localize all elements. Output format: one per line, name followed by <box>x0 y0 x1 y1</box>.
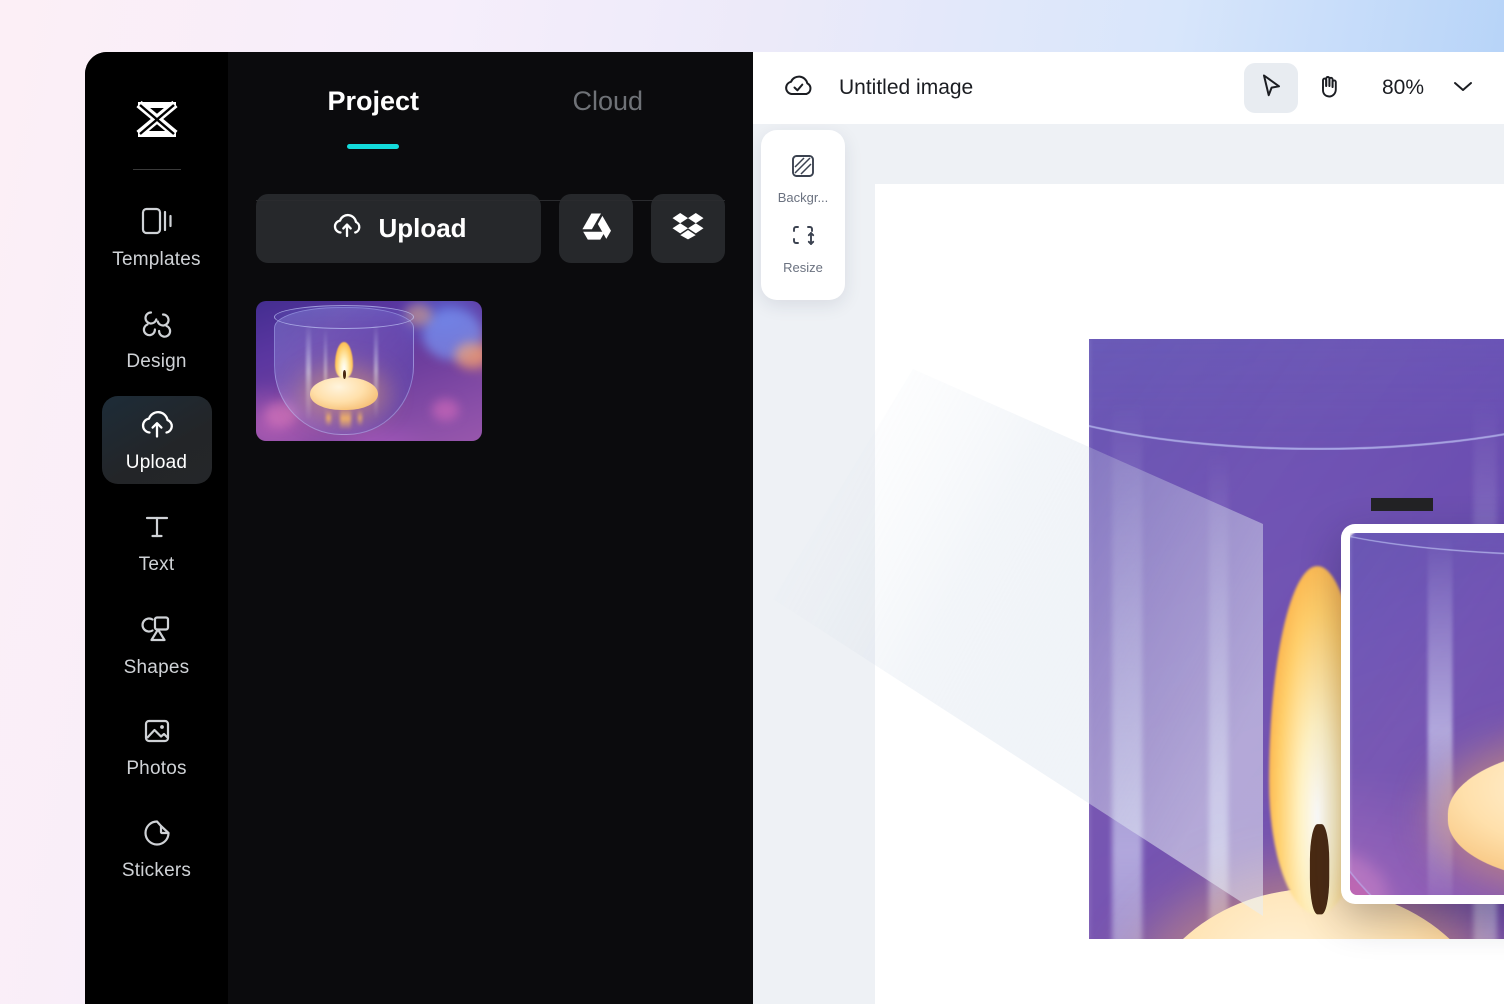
upload-button[interactable]: Upload <box>256 194 541 263</box>
dropbox-icon <box>672 212 704 245</box>
left-icon-rail: Templates Design Upload Text Shapes Phot… <box>85 52 228 1004</box>
editor-canvas-area[interactable]: Backgr... Resize <box>753 124 1504 1004</box>
sidebar-item-templates[interactable]: Templates <box>102 192 212 280</box>
rail-divider <box>132 169 181 170</box>
capcut-logo-icon[interactable] <box>133 98 181 147</box>
chevron-down-icon[interactable] <box>1452 79 1474 98</box>
dropbox-button[interactable] <box>651 194 725 263</box>
tab-project[interactable]: Project <box>256 86 491 145</box>
design-icon <box>138 304 176 342</box>
editor-area: Untitled image 80% Backgr... Resize <box>753 52 1504 1004</box>
photos-icon <box>139 713 175 749</box>
top-resize-handle[interactable] <box>1371 498 1433 511</box>
sidebar-item-stickers[interactable]: Stickers <box>102 804 212 892</box>
candle-in-glass-thumbnail <box>256 301 482 441</box>
text-icon <box>139 509 175 545</box>
sidebar-item-label: Shapes <box>123 656 190 678</box>
document-title[interactable]: Untitled image <box>839 76 973 100</box>
upload-actions-row: Upload <box>256 194 725 263</box>
sidebar-item-text[interactable]: Text <box>102 498 212 586</box>
drag-preview-image <box>1350 533 1504 895</box>
tool-palette: Backgr... Resize <box>761 130 845 300</box>
templates-icon <box>138 202 176 240</box>
upload-panel: Project Cloud Upload <box>228 52 753 1004</box>
palette-item-resize[interactable]: Resize <box>761 214 845 284</box>
cloud-check-icon <box>781 71 815 106</box>
background-hatch-icon <box>790 153 816 184</box>
select-tool-button[interactable] <box>1243 63 1298 113</box>
hand-tool-button[interactable] <box>1302 63 1356 113</box>
sidebar-item-photos[interactable]: Photos <box>102 702 212 790</box>
sidebar-item-upload[interactable]: Upload <box>101 396 212 484</box>
zoom-level-label[interactable]: 80% <box>1382 76 1424 100</box>
drag-preview-card[interactable] <box>1341 524 1504 904</box>
upload-cloud-icon <box>137 407 177 443</box>
sidebar-item-label: Design <box>126 350 187 372</box>
sidebar-item-label: Text <box>138 553 175 575</box>
sidebar-item-label: Templates <box>112 248 201 270</box>
cursor-arrow-icon <box>1258 72 1284 105</box>
asset-grid <box>256 301 725 441</box>
resize-icon <box>790 223 816 254</box>
palette-item-background[interactable]: Backgr... <box>761 144 845 214</box>
sidebar-item-label: Upload <box>125 451 188 473</box>
stickers-icon <box>139 815 175 851</box>
shapes-icon <box>138 610 176 648</box>
sidebar-item-label: Stickers <box>121 859 192 881</box>
upload-cloud-icon <box>330 211 364 246</box>
palette-item-label: Resize <box>783 260 823 275</box>
palette-item-label: Backgr... <box>777 190 829 205</box>
google-drive-button[interactable] <box>559 194 633 263</box>
tab-cloud[interactable]: Cloud <box>491 86 726 145</box>
asset-thumbnail-candle[interactable] <box>256 301 482 441</box>
sidebar-item-label: Photos <box>126 757 187 779</box>
hand-icon <box>1316 72 1342 105</box>
app-window: Templates Design Upload Text Shapes Phot… <box>85 52 1504 1004</box>
sidebar-item-design[interactable]: Design <box>102 294 212 382</box>
tab-divider <box>256 200 725 201</box>
editor-topbar: Untitled image 80% <box>753 52 1504 124</box>
candle-in-glass-drag-preview <box>1350 533 1504 895</box>
sidebar-item-shapes[interactable]: Shapes <box>102 600 212 688</box>
upload-button-label: Upload <box>378 213 467 243</box>
editor-toolbar: 80% <box>1243 63 1482 113</box>
panel-tabs: Project Cloud <box>256 52 725 145</box>
google-drive-icon <box>580 212 612 246</box>
